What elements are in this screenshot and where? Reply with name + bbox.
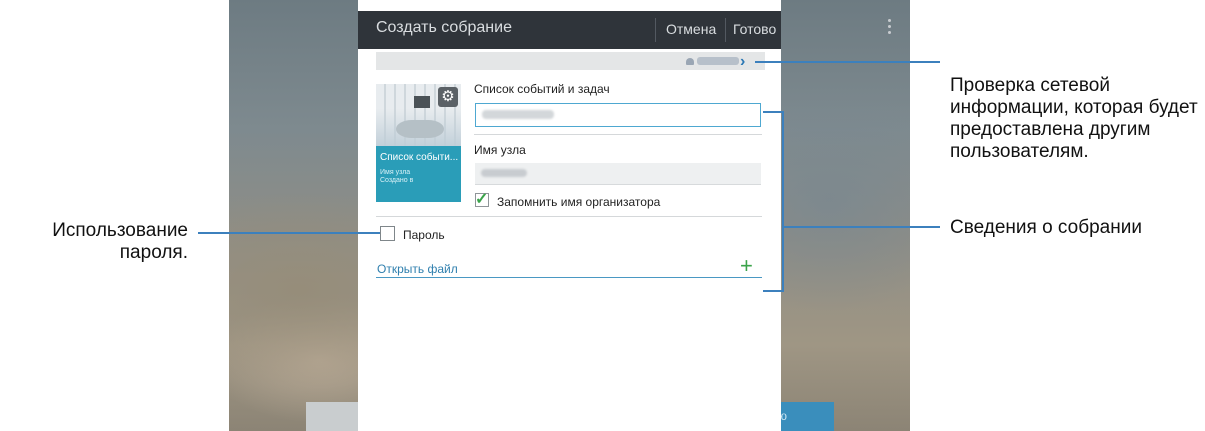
callout-bracket-bottom <box>763 290 783 292</box>
callout-password-usage: Использование пароля. <box>52 220 188 263</box>
host-name-label: Имя узла <box>474 143 526 157</box>
thumbnail-created-line: Создано в <box>380 177 414 184</box>
events-input-value-blurred <box>482 110 554 119</box>
host-name-value-blurred <box>481 169 527 177</box>
dialog-title: Создать собрание <box>376 19 512 36</box>
thumbnail-title: Список событи... <box>380 152 459 163</box>
open-file-underline <box>376 277 762 278</box>
callout-bracket-vertical <box>782 111 784 292</box>
done-button[interactable]: Готово <box>733 21 776 37</box>
check-icon: ✓ <box>475 191 489 208</box>
room-screen-shape <box>414 96 430 108</box>
title-divider <box>655 18 656 42</box>
divider <box>376 216 762 217</box>
remember-host-label[interactable]: Запомнить имя организатора <box>497 195 660 209</box>
password-checkbox[interactable] <box>380 226 395 241</box>
network-name-blurred <box>697 57 739 65</box>
callout-meeting-info: Сведения о собрании <box>950 217 1142 238</box>
callout-bracket-top <box>763 111 783 113</box>
wifi-icon <box>686 58 694 65</box>
gear-icon[interactable]: ⚙ <box>438 87 458 107</box>
cancel-button[interactable]: Отмена <box>666 21 716 37</box>
room-table-shape <box>396 120 444 138</box>
password-label[interactable]: Пароль <box>403 228 445 242</box>
callout-line-meeting <box>782 226 940 228</box>
plus-icon[interactable]: + <box>740 255 753 277</box>
thumbnail-host-line: Имя узла <box>380 169 411 176</box>
callout-network-info: Проверка сетевой информации, которая буд… <box>950 75 1198 162</box>
events-label: Список событий и задач <box>474 82 610 96</box>
background-button-left <box>306 402 358 431</box>
divider <box>474 134 762 135</box>
callout-line-password <box>198 232 380 234</box>
callout-line-network <box>755 61 940 63</box>
open-file-link[interactable]: Открыть файл <box>377 262 458 276</box>
title-divider <box>725 18 726 42</box>
overflow-menu-icon[interactable] <box>884 19 894 41</box>
chevron-right-icon[interactable]: › <box>740 53 745 71</box>
